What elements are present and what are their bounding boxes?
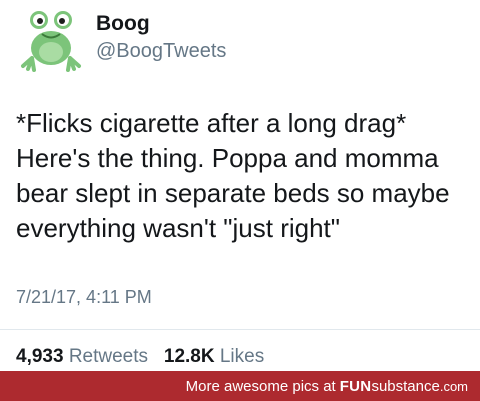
retweets-label: Retweets (68, 346, 149, 367)
tweet-card: Boog @BoogTweets *Flicks cigarette after… (0, 0, 480, 371)
engagement-stats: 4,933 Retweets 12.8K Likes (16, 346, 264, 368)
watermark-brand-light: substance (371, 377, 440, 395)
tweet-text-line: bear slept in separate beds so maybe (16, 178, 450, 208)
watermark-banner: More awesome pics at FUN substance .com (0, 371, 480, 401)
tweet-text-line: everything wasn't "just right" (16, 213, 341, 243)
retweets-count: 4,933 (16, 346, 64, 367)
tweet-timestamp[interactable]: 7/21/17, 4:11 PM (16, 287, 152, 308)
frog-icon[interactable] (20, 8, 82, 72)
retweets-stat[interactable]: 4,933 Retweets (16, 346, 153, 367)
divider (0, 329, 480, 330)
watermark-brand-strong: FUN (339, 377, 372, 395)
author-handle[interactable]: @BoogTweets (96, 40, 226, 63)
watermark-prefix: More awesome pics at (185, 377, 336, 395)
author-name[interactable]: Boog (96, 12, 150, 36)
tweet-text-line: Here's the thing. Poppa and momma (16, 143, 439, 173)
tweet-text: *Flicks cigarette after a long drag* Her… (16, 106, 480, 246)
likes-label: Likes (219, 346, 265, 367)
tweet-text-line: *Flicks cigarette after a long drag* (16, 108, 407, 138)
likes-count: 12.8K (163, 346, 215, 367)
likes-stat[interactable]: 12.8K Likes (164, 346, 264, 367)
watermark-brand-tld: .com (439, 378, 468, 394)
